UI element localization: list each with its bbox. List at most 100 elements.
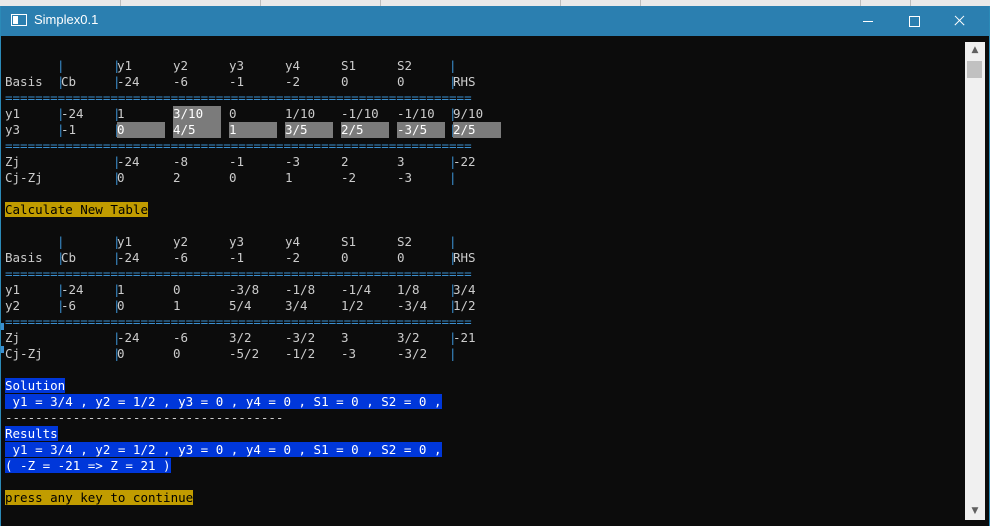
zj-value: -24 xyxy=(117,330,140,345)
zj-value: 3 xyxy=(397,154,405,169)
table-rule: ========================================… xyxy=(5,90,472,105)
rhs-header: RHS xyxy=(453,250,476,265)
scroll-down-icon[interactable]: ▼ xyxy=(965,503,985,520)
cj-value: -2 xyxy=(285,74,301,89)
table-cell: 1/10 xyxy=(285,106,316,121)
var-header: y4 xyxy=(285,234,301,249)
table-cell: -1/4 xyxy=(341,282,372,297)
var-header: y2 xyxy=(173,58,189,73)
continue-prompt: press any key to continue xyxy=(5,490,194,505)
selection-marker xyxy=(1,346,4,353)
basis-header: Basis xyxy=(5,250,43,265)
cj-value: 0 xyxy=(397,74,405,89)
scrollbar-thumb[interactable] xyxy=(967,61,982,78)
basis-var: y1 xyxy=(5,106,21,121)
rhs-value: 9/10 xyxy=(453,106,484,121)
cb-value: -24 xyxy=(61,106,84,121)
table-cell: -1/8 xyxy=(285,282,316,297)
table-cell: 3/5 xyxy=(285,122,333,138)
var-header: y3 xyxy=(229,234,245,249)
table-cell: -1/10 xyxy=(397,106,435,121)
close-icon[interactable] xyxy=(937,6,983,36)
header-vars-row: | | | y1 y2 y3 y4 S1 S2 xyxy=(5,234,965,250)
minimize-icon[interactable] xyxy=(845,6,891,36)
cb-value: -6 xyxy=(61,298,77,313)
rhs-value: 3/4 xyxy=(453,282,476,297)
cj-value: -6 xyxy=(173,250,189,265)
console-window-icon[interactable] xyxy=(11,14,27,26)
cb-value: -1 xyxy=(61,122,77,137)
calculate-new-table-prompt: Calculate New Table xyxy=(5,202,148,217)
column-separator: | xyxy=(57,58,65,73)
var-header: y2 xyxy=(173,234,189,249)
table-row: | | | y1 -24 1 0 -3/8 -1/8 -1/4 1/8 3/4 xyxy=(5,282,965,298)
rhs-value: 2/5 xyxy=(453,122,501,138)
zj-value: -6 xyxy=(173,330,189,345)
table-row: |||y3-104/513/52/5-3/52/5 xyxy=(5,122,965,138)
cjzj-label: Cj-Zj xyxy=(5,346,43,361)
basis-var: y3 xyxy=(5,122,21,137)
cjzj-value: -3 xyxy=(341,346,357,361)
calculate-prompt-line: Calculate New Table xyxy=(5,202,148,218)
table-cell: 1 xyxy=(117,106,125,121)
zj-value: 3/2 xyxy=(229,330,252,345)
vertical-scrollbar[interactable]: ▲ ▼ xyxy=(965,42,985,520)
cjzj-value: -1/2 xyxy=(285,346,316,361)
cjzj-row: | | Cj-Zj 0 2 0 1 -2 -3 xyxy=(5,170,965,186)
table-cell: 1/8 xyxy=(397,282,420,297)
zj-row: | | Zj -24 -8 -1 -3 2 3 -22 xyxy=(5,154,965,170)
zj-value: 3 xyxy=(341,330,349,345)
var-header: S1 xyxy=(341,234,357,249)
zj-row: | | Zj -24 -6 3/2 -3/2 3 3/2 -21 xyxy=(5,330,965,346)
table-cell: 1 xyxy=(117,282,125,297)
table-cell: 2/5 xyxy=(341,122,389,138)
column-separator: | xyxy=(449,346,457,361)
solution-label: Solution xyxy=(5,378,66,393)
title-bar[interactable]: Simplex0.1 xyxy=(1,6,989,36)
zj-rhs: -21 xyxy=(453,330,476,345)
table-cell: 1/2 xyxy=(341,298,364,313)
var-header: S1 xyxy=(341,58,357,73)
results-values: y1 = 3/4 , y2 = 1/2 , y3 = 0 , y4 = 0 , … xyxy=(5,442,442,457)
table-row: | | | y2 -6 0 1 5/4 3/4 1/2 -3/4 1/2 xyxy=(5,298,965,314)
table-cell: 5/4 xyxy=(229,298,252,313)
basis-var: y1 xyxy=(5,282,21,297)
cjzj-value: -3 xyxy=(397,170,413,185)
var-header: y4 xyxy=(285,58,301,73)
table-cell: 1 xyxy=(173,298,181,313)
maximize-icon[interactable] xyxy=(891,6,937,36)
cjzj-value: -3/2 xyxy=(397,346,428,361)
rhs-header: RHS xyxy=(453,74,476,89)
solution-values: y1 = 3/4 , y2 = 1/2 , y3 = 0 , y4 = 0 , … xyxy=(5,394,442,409)
cj-value: -24 xyxy=(117,74,140,89)
table-cell: 0 xyxy=(117,122,165,138)
table-rule: ========================================… xyxy=(5,314,472,329)
rhs-value: 1/2 xyxy=(453,298,476,313)
var-header: y1 xyxy=(117,58,133,73)
cjzj-value: 2 xyxy=(173,170,181,185)
results-objective: ( -Z = -21 => Z = 21 ) xyxy=(5,458,171,473)
basis-var: y2 xyxy=(5,298,21,313)
cj-value: -6 xyxy=(173,74,189,89)
cj-value: -1 xyxy=(229,74,245,89)
cj-value: -2 xyxy=(285,250,301,265)
table-cell: 3/4 xyxy=(285,298,308,313)
column-separator: | xyxy=(449,58,457,73)
scroll-up-icon[interactable]: ▲ xyxy=(965,42,985,59)
console-output[interactable]: | | | y1 y2 y3 y4 S1 S2 | | | Basis Cb -24 -6 -1 -2 0 0 RHS =… xyxy=(5,42,965,520)
zj-value: -1 xyxy=(229,154,245,169)
zj-value: -8 xyxy=(173,154,189,169)
console-window: Simplex0.1 | | | y1 y2 y3 y4 S1 S2 | | | Basis Cb -24-… xyxy=(0,6,990,526)
cb-header: Cb xyxy=(61,74,77,89)
zj-value: 3/2 xyxy=(397,330,420,345)
table-cell: -3/8 xyxy=(229,282,260,297)
cjzj-value: 0 xyxy=(117,346,125,361)
cb-header: Cb xyxy=(61,250,77,265)
cb-value: -24 xyxy=(61,282,84,297)
cjzj-value: 0 xyxy=(117,170,125,185)
cjzj-value: 0 xyxy=(173,346,181,361)
cjzj-label: Cj-Zj xyxy=(5,170,43,185)
cj-value: -1 xyxy=(229,250,245,265)
cjzj-value: 0 xyxy=(229,170,237,185)
table-cell: 1 xyxy=(229,122,277,138)
